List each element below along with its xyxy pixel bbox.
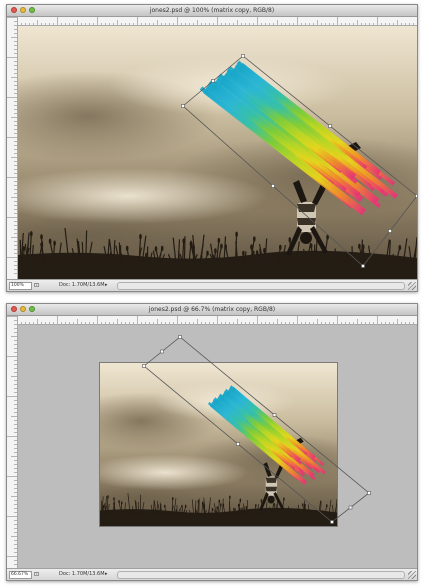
doc-size-info[interactable]: Doc: 1.70M/13.6M: [59, 280, 105, 291]
canvas-area[interactable]: [18, 26, 417, 279]
zoom-field[interactable]: 66.67%: [9, 571, 32, 579]
document-window-66[interactable]: jones2.psd @ 66.7% (matrix copy, RGB/8): [6, 303, 418, 581]
horizontal-ruler[interactable]: [17, 316, 417, 325]
photo-layer[interactable]: [18, 26, 417, 279]
document-status-icon[interactable]: ⊡: [34, 571, 39, 578]
status-menu-arrow-icon[interactable]: ▸: [105, 280, 108, 291]
zoom-field[interactable]: 100%: [9, 282, 32, 290]
document-window-100[interactable]: jones2.psd @ 100% (matrix copy, RGB/8) 1…: [6, 4, 418, 292]
resize-grip[interactable]: [408, 282, 416, 290]
canvas-area[interactable]: [18, 325, 417, 568]
horizontal-scrollbar[interactable]: [117, 282, 405, 290]
window-title: jones2.psd @ 66.7% (matrix copy, RGB/8): [148, 306, 276, 313]
vertical-ruler[interactable]: [7, 17, 18, 279]
horizontal-ruler[interactable]: [17, 17, 417, 26]
doc-size-info[interactable]: Doc: 1.70M/13.6M: [59, 569, 105, 580]
status-bar: 66.67% ⊡ Doc: 1.70M/13.6M ▸: [7, 568, 417, 580]
document-status-icon[interactable]: ⊡: [34, 282, 39, 289]
transform-bounding-box: [142, 335, 371, 524]
vertical-ruler[interactable]: [7, 316, 18, 573]
status-menu-arrow-icon[interactable]: ▸: [105, 569, 108, 580]
title-bar[interactable]: jones2.psd @ 100% (matrix copy, RGB/8): [7, 5, 417, 17]
status-bar: 100% ⊡ Doc: 1.70M/13.6M ▸: [7, 279, 417, 291]
horizontal-scrollbar[interactable]: [117, 571, 405, 579]
window-title: jones2.psd @ 100% (matrix copy, RGB/8): [149, 7, 275, 14]
title-bar[interactable]: jones2.psd @ 66.7% (matrix copy, RGB/8): [7, 304, 417, 316]
resize-grip[interactable]: [408, 571, 416, 579]
